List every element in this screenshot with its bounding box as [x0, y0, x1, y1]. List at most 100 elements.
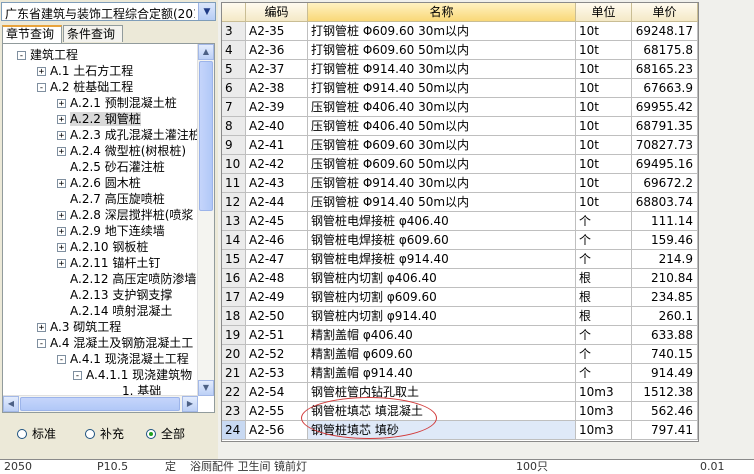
cell-price[interactable]: 68165.23	[632, 60, 698, 79]
cell-price[interactable]: 740.15	[632, 345, 698, 364]
cell-code[interactable]: A2-53	[246, 364, 308, 383]
cell-price[interactable]: 562.46	[632, 402, 698, 421]
cell-code[interactable]: A2-42	[246, 155, 308, 174]
collapse-icon[interactable]: -	[17, 51, 26, 61]
header-unit[interactable]: 单位	[576, 3, 632, 22]
cell-name[interactable]: 压钢管桩 Φ609.60 50m以内	[308, 155, 576, 174]
table-row[interactable]: 7 A2-39 压钢管桩 Φ406.40 30m以内 10t 69955.42	[222, 98, 698, 117]
cell-price[interactable]: 111.14	[632, 212, 698, 231]
cell-code[interactable]: A2-41	[246, 136, 308, 155]
tree-node[interactable]: - A.4.1 现浇混凝土工程	[57, 351, 189, 367]
expand-icon[interactable]: +	[57, 99, 66, 109]
tree-node[interactable]: + A.2.1 预制混凝土桩	[57, 95, 177, 111]
scroll-thumb[interactable]	[199, 61, 213, 211]
tree-horizontal-scrollbar[interactable]: ◀ ▶	[3, 395, 198, 412]
row-number[interactable]: 17	[222, 288, 246, 307]
quota-library-dropdown[interactable]: 广东省建筑与装饰工程综合定额(201 ▼	[1, 2, 216, 21]
cell-name[interactable]: 打钢管桩 Φ914.40 30m以内	[308, 60, 576, 79]
cell-name[interactable]: 钢管桩填芯 填砂	[308, 421, 576, 440]
tree-node[interactable]: + A.2.6 圆木桩	[57, 175, 141, 191]
cell-name[interactable]: 钢管桩电焊接桩 φ914.40	[308, 250, 576, 269]
row-number[interactable]: 7	[222, 98, 246, 117]
cell-name[interactable]: 压钢管桩 Φ914.40 30m以内	[308, 174, 576, 193]
cell-price[interactable]: 67663.9	[632, 79, 698, 98]
header-code[interactable]: 编码	[246, 3, 308, 22]
cell-code[interactable]: A2-55	[246, 402, 308, 421]
expand-icon[interactable]: +	[57, 131, 66, 141]
table-row[interactable]: 12 A2-44 压钢管桩 Φ914.40 50m以内 10t 68803.74	[222, 193, 698, 212]
cell-code[interactable]: A2-56	[246, 421, 308, 440]
cell-name[interactable]: 压钢管桩 Φ609.60 30m以内	[308, 136, 576, 155]
cell-price[interactable]: 68803.74	[632, 193, 698, 212]
cell-unit[interactable]: 根	[576, 288, 632, 307]
header-name[interactable]: 名称	[308, 3, 576, 22]
cell-price[interactable]: 1512.38	[632, 383, 698, 402]
table-row[interactable]: 20 A2-52 精割盖帽 φ609.60 个 740.15	[222, 345, 698, 364]
cell-name[interactable]: 钢管桩电焊接桩 φ609.60	[308, 231, 576, 250]
cell-code[interactable]: A2-35	[246, 22, 308, 41]
collapse-icon[interactable]: -	[37, 339, 46, 349]
row-number[interactable]: 23	[222, 402, 246, 421]
cell-price[interactable]: 214.9	[632, 250, 698, 269]
cell-price[interactable]: 70827.73	[632, 136, 698, 155]
table-row[interactable]: 6 A2-38 打钢管桩 Φ914.40 50m以内 10t 67663.9	[222, 79, 698, 98]
cell-unit[interactable]: 个	[576, 231, 632, 250]
radio-standard[interactable]: 标准	[17, 425, 56, 442]
tree-node[interactable]: + A.2.4 微型桩(树根桩)	[57, 143, 186, 159]
cell-name[interactable]: 钢管桩填芯 填混凝土	[308, 402, 576, 421]
cell-price[interactable]: 797.41	[632, 421, 698, 440]
tree-node[interactable]: A.2.14 喷射混凝土	[57, 303, 172, 319]
row-number[interactable]: 20	[222, 345, 246, 364]
cell-name[interactable]: 钢管桩管内钻孔取土	[308, 383, 576, 402]
chevron-down-icon[interactable]: ▼	[198, 3, 215, 20]
tab-condition-query[interactable]: 条件查询	[63, 25, 123, 42]
scroll-right-icon[interactable]: ▶	[182, 396, 198, 412]
cell-name[interactable]: 精割盖帽 φ609.60	[308, 345, 576, 364]
tree-node[interactable]: + A.3 砌筑工程	[37, 319, 121, 335]
cell-code[interactable]: A2-44	[246, 193, 308, 212]
table-row[interactable]: 9 A2-41 压钢管桩 Φ609.60 30m以内 10t 70827.73	[222, 136, 698, 155]
row-number[interactable]: 12	[222, 193, 246, 212]
cell-price[interactable]: 914.49	[632, 364, 698, 383]
cell-unit[interactable]: 10m3	[576, 402, 632, 421]
table-row[interactable]: 3 A2-35 打钢管桩 Φ609.60 30m以内 10t 69248.17	[222, 22, 698, 41]
expand-icon[interactable]: +	[57, 179, 66, 189]
cell-price[interactable]: 69248.17	[632, 22, 698, 41]
row-number[interactable]: 22	[222, 383, 246, 402]
cell-name[interactable]: 精割盖帽 φ406.40	[308, 326, 576, 345]
cell-unit[interactable]: 10t	[576, 60, 632, 79]
row-number[interactable]: 18	[222, 307, 246, 326]
row-number[interactable]: 10	[222, 155, 246, 174]
tree-vertical-scrollbar[interactable]: ▲ ▼	[197, 44, 214, 396]
cell-name[interactable]: 打钢管桩 Φ609.60 30m以内	[308, 22, 576, 41]
cell-name[interactable]: 压钢管桩 Φ406.40 50m以内	[308, 117, 576, 136]
expand-icon[interactable]: +	[57, 147, 66, 157]
table-row[interactable]: 21 A2-53 精割盖帽 φ914.40 个 914.49	[222, 364, 698, 383]
cell-name[interactable]: 打钢管桩 Φ609.60 50m以内	[308, 41, 576, 60]
row-number[interactable]: 14	[222, 231, 246, 250]
cell-name[interactable]: 钢管桩内切割 φ914.40	[308, 307, 576, 326]
radio-supplement[interactable]: 补充	[85, 425, 124, 442]
scroll-down-icon[interactable]: ▼	[198, 380, 214, 396]
tree-node[interactable]: - A.4 混凝土及钢筋混凝土工	[37, 335, 193, 351]
table-row[interactable]: 23 A2-55 钢管桩填芯 填混凝土 10m3 562.46	[222, 402, 698, 421]
table-row[interactable]: 11 A2-43 压钢管桩 Φ914.40 30m以内 10t 69672.2	[222, 174, 698, 193]
table-row[interactable]: 14 A2-46 钢管桩电焊接桩 φ609.60 个 159.46	[222, 231, 698, 250]
cell-unit[interactable]: 10t	[576, 193, 632, 212]
cell-code[interactable]: A2-38	[246, 79, 308, 98]
cell-price[interactable]: 234.85	[632, 288, 698, 307]
cell-unit[interactable]: 根	[576, 307, 632, 326]
cell-code[interactable]: A2-52	[246, 345, 308, 364]
tree-node[interactable]: + A.2.3 成孔混凝土灌注桩	[57, 127, 201, 143]
radio-all[interactable]: 全部	[146, 425, 185, 442]
expand-icon[interactable]: +	[57, 211, 66, 221]
cell-unit[interactable]: 个	[576, 364, 632, 383]
tree-node[interactable]: + A.1 土石方工程	[37, 63, 133, 79]
tree-node[interactable]: - A.4.1.1 现浇建筑物	[73, 367, 192, 383]
expand-icon[interactable]: +	[37, 323, 46, 333]
cell-price[interactable]: 69955.42	[632, 98, 698, 117]
collapse-icon[interactable]: -	[57, 355, 66, 365]
cell-code[interactable]: A2-45	[246, 212, 308, 231]
table-row[interactable]: 18 A2-50 钢管桩内切割 φ914.40 根 260.1	[222, 307, 698, 326]
header-price[interactable]: 单价	[632, 3, 698, 22]
